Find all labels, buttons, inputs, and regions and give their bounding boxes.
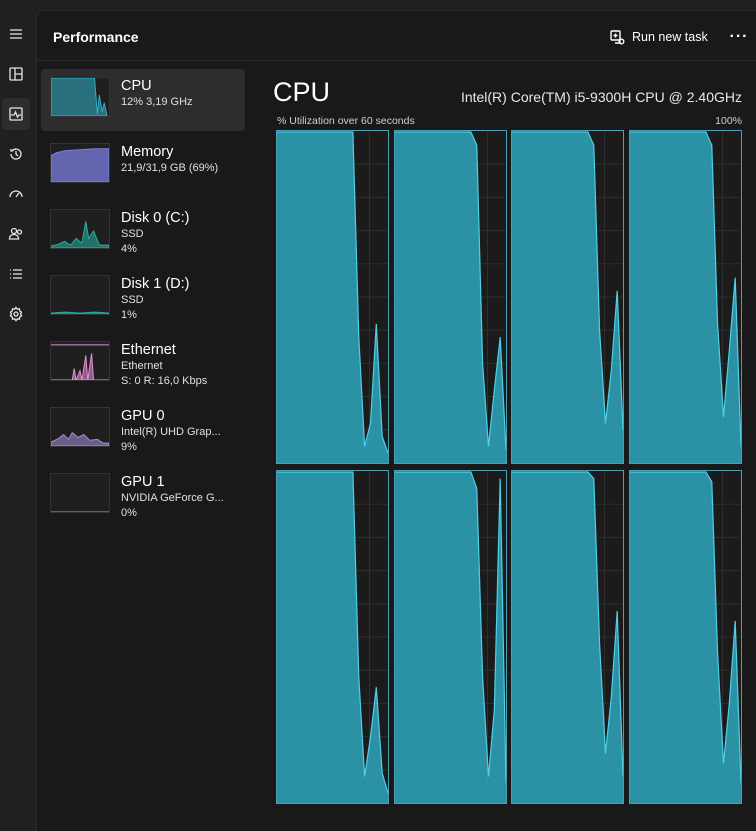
resource-name: Disk 1 (D:)	[121, 276, 190, 292]
run-new-task-button[interactable]: Run new task	[605, 25, 712, 49]
resource-item-memory[interactable]: Memory 21,9/31,9 GB (69%)	[41, 135, 245, 197]
resource-thumbnail-graph	[50, 407, 110, 447]
resource-detail: SSD	[121, 228, 144, 240]
resource-name: GPU 0	[121, 408, 165, 424]
resource-thumbnail-graph	[50, 473, 110, 513]
resource-item-disk-0-c[interactable]: Disk 0 (C:) SSD 4%	[41, 201, 245, 263]
cpu-core-svg	[394, 471, 506, 803]
cpu-core-svg	[394, 131, 506, 463]
performance-icon[interactable]	[2, 98, 30, 130]
resource-detail: NVIDIA GeForce G...	[121, 492, 224, 504]
utilization-max: 100%	[715, 115, 742, 127]
cpu-model: Intel(R) Core(TM) i5-9300H CPU @ 2.40GHz	[460, 89, 742, 105]
resource-name: Ethernet	[121, 342, 176, 358]
resource-item-ethernet[interactable]: Ethernet Ethernet S: 0 R: 16,0 Kbps	[41, 333, 245, 395]
details-icon[interactable]	[2, 258, 30, 290]
cpu-core-graph-0	[276, 130, 389, 464]
header: Performance Run new task ···	[37, 11, 756, 61]
resource-detail-secondary: 0%	[121, 507, 137, 519]
resource-detail-secondary: 4%	[121, 243, 137, 255]
resource-item-disk-1-d[interactable]: Disk 1 (D:) SSD 1%	[41, 267, 245, 329]
resource-detail-secondary: S: 0 R: 16,0 Kbps	[121, 375, 208, 387]
resource-name: Memory	[121, 144, 174, 160]
cpu-core-graph-6	[511, 470, 624, 804]
resource-detail-secondary: 1%	[121, 309, 137, 321]
resource-name: GPU 1	[121, 474, 165, 490]
users-icon[interactable]	[2, 218, 30, 250]
resource-thumbnail-graph	[50, 77, 110, 117]
cpu-core-svg	[629, 131, 741, 463]
startup-apps-icon[interactable]	[2, 178, 30, 210]
cpu-core-svg	[512, 471, 623, 803]
resource-detail: 21,9/31,9 GB (69%)	[121, 162, 219, 174]
resource-name: CPU	[121, 78, 152, 94]
resource-item-gpu-0[interactable]: GPU 0 Intel(R) UHD Grap... 9%	[41, 399, 245, 461]
resource-detail-secondary: 9%	[121, 441, 137, 453]
cpu-core-svg	[277, 131, 388, 463]
run-task-icon	[610, 30, 625, 45]
resource-detail: Intel(R) UHD Grap...	[121, 426, 221, 438]
cpu-core-graph-5	[393, 470, 507, 804]
run-new-task-label: Run new task	[632, 30, 708, 44]
utilization-label: % Utilization over 60 seconds	[277, 115, 415, 127]
services-icon[interactable]	[2, 298, 30, 330]
resource-detail: 12% 3,19 GHz	[121, 96, 193, 108]
cpu-core-svg	[277, 471, 388, 803]
resource-detail: Ethernet	[121, 360, 163, 372]
main-panel: Performance Run new task ··· CPU 12% 3,19…	[36, 10, 756, 831]
resource-thumbnail-graph	[50, 143, 110, 183]
menu-icon[interactable]	[2, 18, 30, 50]
resource-thumbnail-graph	[50, 275, 110, 315]
cpu-core-graph-7	[628, 470, 742, 804]
resource-item-cpu[interactable]: CPU 12% 3,19 GHz	[41, 69, 245, 131]
navigation-rail	[0, 0, 36, 831]
cpu-core-svg	[629, 471, 741, 803]
resource-detail: SSD	[121, 294, 144, 306]
cpu-core-svg	[512, 131, 623, 463]
more-options-button[interactable]: ···	[727, 25, 751, 49]
processes-icon[interactable]	[2, 58, 30, 90]
resource-item-gpu-1[interactable]: GPU 1 NVIDIA GeForce G... 0%	[41, 465, 245, 527]
cpu-core-graph-3	[628, 130, 742, 464]
resource-thumbnail-graph	[50, 341, 110, 381]
resource-thumbnail-graph	[50, 209, 110, 249]
resource-name: Disk 0 (C:)	[121, 210, 190, 226]
resource-list: CPU 12% 3,19 GHz Memory 21,9/31,9 GB (69%) D…	[41, 69, 247, 531]
cpu-title: CPU	[273, 77, 331, 107]
page-title: Performance	[53, 29, 139, 45]
cpu-core-graph-4	[276, 470, 389, 804]
cpu-core-graph-1	[393, 130, 507, 464]
app-history-icon[interactable]	[2, 138, 30, 170]
cpu-core-graphs	[276, 130, 742, 806]
cpu-core-graph-2	[511, 130, 624, 464]
